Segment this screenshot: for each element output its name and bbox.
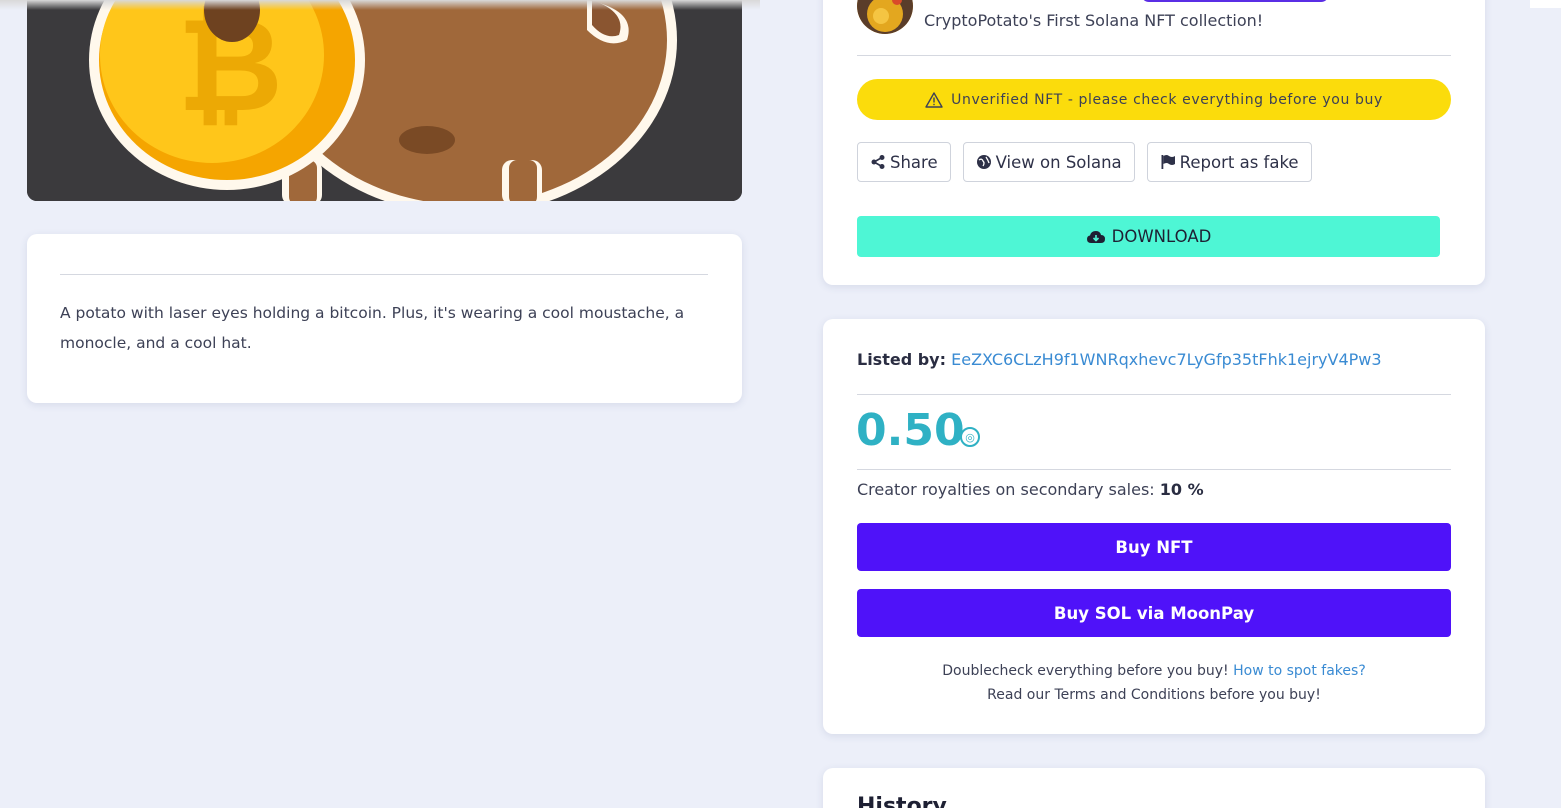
- listing-card: Listed by: EeZXC6CLzH9f1WNRqxhevc7LyGfp3…: [823, 319, 1485, 734]
- flag-icon: [1160, 154, 1176, 170]
- header-shadow: [0, 0, 760, 10]
- warning-text: Unverified NFT - please check everything…: [951, 91, 1383, 108]
- share-label: Share: [890, 152, 938, 172]
- divider: [857, 394, 1451, 395]
- download-label: DOWNLOAD: [1111, 227, 1212, 246]
- unverified-warning: Unverified NFT - please check everything…: [857, 79, 1451, 120]
- solana-icon: ◎: [960, 427, 980, 447]
- price-value: 0.50: [856, 405, 965, 456]
- buy-sol-moonpay-button[interactable]: Buy SOL via MoonPay: [857, 589, 1451, 637]
- collection-avatar[interactable]: [857, 0, 913, 34]
- divider: [857, 55, 1451, 56]
- seller-address-link[interactable]: EeZXC6CLzH9f1WNRqxhevc7LyGfp35tFhk1ejryV…: [951, 350, 1381, 369]
- history-card: History: [823, 768, 1485, 808]
- collection-description: CryptoPotato's First Solana NFT collecti…: [924, 11, 1264, 30]
- warning-icon: [925, 91, 943, 108]
- collection-badge[interactable]: [1141, 0, 1329, 2]
- purchase-note: Doublecheck everything before you buy! H…: [857, 659, 1451, 707]
- cloud-download-icon: [1086, 229, 1106, 245]
- nft-image: ₿: [27, 0, 742, 201]
- royalties-value: 10 %: [1159, 480, 1204, 499]
- buy-nft-button[interactable]: Buy NFT: [857, 523, 1451, 571]
- creator-royalties: Creator royalties on secondary sales: 10…: [857, 480, 1204, 499]
- share-icon: [870, 154, 886, 170]
- royalties-label: Creator royalties on secondary sales:: [857, 480, 1155, 499]
- avatar-icon: [857, 0, 913, 34]
- globe-icon: [976, 154, 992, 170]
- report-fake-label: Report as fake: [1179, 152, 1299, 172]
- listed-by: Listed by: EeZXC6CLzH9f1WNRqxhevc7LyGfp3…: [857, 350, 1382, 369]
- share-button[interactable]: Share: [857, 142, 951, 182]
- report-fake-button[interactable]: Report as fake: [1146, 142, 1312, 182]
- doublecheck-text: Doublecheck everything before you buy!: [942, 663, 1229, 679]
- header-strip: [1530, 0, 1561, 8]
- nft-info-card: CryptoPotato's First Solana NFT collecti…: [823, 0, 1485, 285]
- potato-bitcoin-illustration: ₿: [27, 0, 742, 201]
- description-card: A potato with laser eyes holding a bitco…: [27, 234, 742, 403]
- view-on-solana-button[interactable]: View on Solana: [962, 142, 1135, 182]
- listed-by-label: Listed by:: [857, 350, 947, 369]
- view-on-solana-label: View on Solana: [995, 152, 1122, 172]
- spot-fakes-link[interactable]: How to spot fakes?: [1233, 663, 1366, 679]
- nft-description: A potato with laser eyes holding a bitco…: [60, 304, 685, 352]
- divider: [857, 469, 1451, 470]
- download-button[interactable]: DOWNLOAD: [857, 216, 1440, 257]
- history-title: History: [857, 794, 947, 808]
- terms-text: Read our Terms and Conditions before you…: [987, 687, 1321, 703]
- divider: [60, 274, 708, 275]
- action-buttons: Share View on Solana Report as fake: [857, 142, 1312, 182]
